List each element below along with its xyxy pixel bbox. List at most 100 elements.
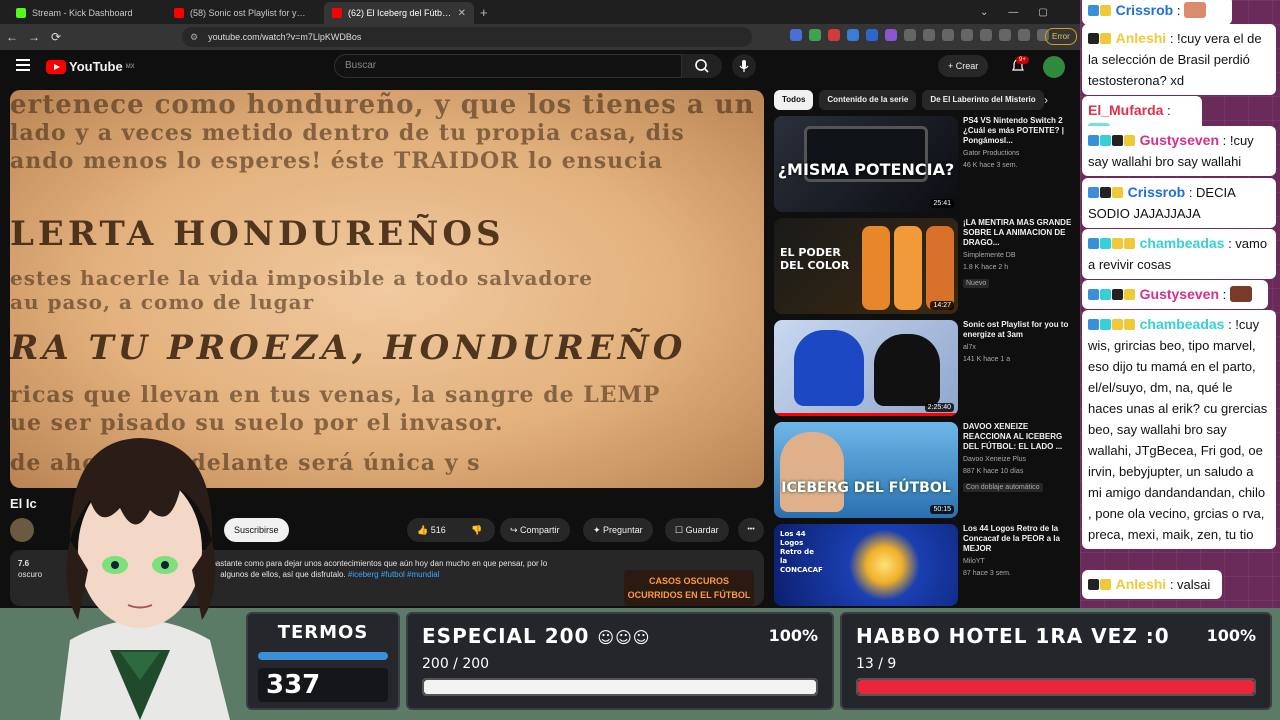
browser-tab-iceberg[interactable]: (62) El Iceberg del Fútbol - YouTube ✕ bbox=[324, 2, 474, 24]
chat-overlay: Crissrob : Anleshi : !cuy vera el de la … bbox=[1080, 0, 1280, 608]
share-button[interactable]: ↪ Compartir bbox=[500, 518, 570, 542]
extension-icon[interactable] bbox=[942, 29, 954, 41]
badge-icon bbox=[1100, 33, 1111, 44]
channel-name: Gator Productions bbox=[963, 150, 1020, 157]
chip-todos[interactable]: Todos bbox=[774, 90, 814, 110]
badge-icon bbox=[1124, 289, 1135, 300]
extension-icon[interactable] bbox=[904, 29, 916, 41]
recommendation-item[interactable]: ¿MISMA POTENCIA? 25:41 PS4 VS Nintendo S… bbox=[774, 116, 1074, 212]
extension-icon[interactable] bbox=[847, 29, 859, 41]
goal-title: HABBO HOTEL 1RA VEZ :0 bbox=[856, 624, 1170, 648]
video-thumbnail[interactable]: Los 44 Logos Retro de la CONCACAF bbox=[774, 524, 958, 606]
ask-button[interactable]: ✦ Preguntar bbox=[583, 518, 653, 542]
thumbnail-text: Los 44 Logos Retro de la CONCACAF bbox=[780, 530, 823, 574]
search-button[interactable] bbox=[682, 54, 722, 78]
extension-icons bbox=[790, 29, 1049, 41]
extension-icon[interactable] bbox=[923, 29, 935, 41]
goal-count: 13 / 9 bbox=[856, 656, 897, 672]
avatar[interactable] bbox=[1043, 56, 1065, 78]
extension-icon[interactable] bbox=[961, 29, 973, 41]
channel-name: MiloYT bbox=[963, 558, 985, 565]
recommendation-item[interactable]: Los 44 Logos Retro de la CONCACAF Los 44… bbox=[774, 524, 1074, 606]
goal-progress-bar bbox=[422, 678, 818, 696]
badge-icon bbox=[1088, 187, 1099, 198]
chat-username: El_Mufarda bbox=[1088, 102, 1164, 118]
related-thumbnail[interactable]: CASOS OSCUROS OCURRIDOS EN EL FÚTBOL bbox=[624, 570, 754, 606]
chat-username: Crissrob bbox=[1115, 2, 1174, 18]
recommendation-item[interactable]: ICEBERG DEL FÚTBOL 50:15 DAVOO XENEIZE R… bbox=[774, 422, 1074, 518]
search-input[interactable]: Buscar bbox=[334, 54, 682, 78]
youtube-logo[interactable]: YouTube MX bbox=[46, 59, 135, 74]
badge-icon bbox=[1088, 5, 1099, 16]
save-button[interactable]: ☐ Guardar bbox=[665, 518, 729, 542]
video-text-line: ricas que llevan en tus venas, la sangre… bbox=[10, 382, 661, 408]
chip-series[interactable]: Contenido de la serie bbox=[819, 90, 917, 110]
recommendation-item[interactable]: 2:25:40 Sonic ost Playlist for you to en… bbox=[774, 320, 1074, 416]
termos-value: 337 bbox=[258, 668, 388, 702]
badge-icon bbox=[1112, 289, 1123, 300]
extension-icon[interactable] bbox=[790, 29, 802, 41]
browser-tab-sonic[interactable]: (58) Sonic ost Playlist for you to energ… bbox=[166, 2, 316, 24]
video-stats: 141 K hace 1 a bbox=[963, 356, 1011, 363]
video-thumbnail[interactable]: EL PODER DEL COLOR 14:27 bbox=[774, 218, 958, 314]
badge-icon bbox=[1088, 289, 1099, 300]
video-thumbnail[interactable]: ¿MISMA POTENCIA? 25:41 bbox=[774, 116, 958, 212]
goal-progress-fill bbox=[424, 680, 816, 694]
browser-tab-kick[interactable]: Stream - Kick Dashboard bbox=[8, 2, 158, 24]
notification-count-badge: 9+ bbox=[1016, 56, 1029, 64]
thumbs-down-icon[interactable]: 👎 bbox=[471, 518, 482, 542]
video-thumbnail[interactable]: 2:25:40 bbox=[774, 320, 958, 416]
termos-title: TERMOS bbox=[277, 622, 369, 643]
video-text-line: ertenece como hondureño, y que los tiene… bbox=[10, 90, 764, 120]
extension-icon[interactable] bbox=[1018, 29, 1030, 41]
mic-button[interactable] bbox=[732, 54, 756, 78]
termos-counter: TERMOS 337 bbox=[246, 612, 400, 710]
extension-icon[interactable] bbox=[980, 29, 992, 41]
ask-label: Preguntar bbox=[603, 525, 643, 535]
chat-message: chambeadas : !cuy wis, grircias beo, tip… bbox=[1082, 310, 1276, 549]
new-tab-icon[interactable]: + bbox=[480, 2, 488, 24]
search-icon bbox=[695, 59, 709, 73]
thumbs-up-icon: 👍 bbox=[417, 525, 431, 535]
description-tags[interactable]: #iceberg #futbol #mundial bbox=[348, 570, 440, 579]
create-button[interactable]: + Crear bbox=[938, 55, 989, 77]
video-stats: 46 K hace 3 sem. bbox=[963, 162, 1018, 169]
extension-icon[interactable] bbox=[828, 29, 840, 41]
recommendation-item[interactable]: EL PODER DEL COLOR 14:27 ¡LA MENTIRA MAS… bbox=[774, 218, 1074, 314]
extension-icon[interactable] bbox=[885, 29, 897, 41]
browser-tab-bar: Stream - Kick Dashboard (58) Sonic ost P… bbox=[0, 0, 1080, 24]
menu-icon[interactable] bbox=[16, 59, 30, 74]
extension-icon[interactable] bbox=[866, 29, 878, 41]
url-field[interactable]: ⚙ youtube.com/watch?v=m7LlpKWDBos bbox=[182, 27, 752, 47]
forward-icon[interactable]: → bbox=[24, 30, 44, 44]
video-text-line: ando menos lo esperes! éste TRAIDOR lo e… bbox=[10, 148, 664, 174]
thumbnail-text: EL PODER DEL COLOR bbox=[780, 246, 850, 272]
error-badge[interactable]: Error bbox=[1045, 28, 1077, 45]
minimize-icon[interactable]: — bbox=[1008, 7, 1018, 18]
site-info-icon[interactable]: ⚙ bbox=[190, 32, 198, 43]
duration-badge: 25:41 bbox=[930, 199, 954, 208]
more-actions-button[interactable]: ••• bbox=[738, 518, 764, 542]
goal-percent: 100% bbox=[768, 626, 818, 645]
extension-icon[interactable] bbox=[999, 29, 1011, 41]
badge-icon bbox=[1124, 319, 1135, 330]
chip-channel[interactable]: De El Laberinto del Misterio bbox=[922, 90, 1044, 110]
mic-icon bbox=[739, 60, 749, 72]
like-button[interactable]: 👍 516 👎 bbox=[407, 518, 495, 542]
video-thumbnail[interactable]: ICEBERG DEL FÚTBOL 50:15 bbox=[774, 422, 958, 518]
chevron-right-icon[interactable]: › bbox=[1044, 93, 1048, 107]
chat-username: Crissrob bbox=[1127, 184, 1186, 200]
extension-icon[interactable] bbox=[809, 29, 821, 41]
back-icon[interactable]: ← bbox=[2, 30, 22, 44]
close-tab-icon[interactable]: ✕ bbox=[458, 8, 466, 19]
duration-badge: 14:27 bbox=[930, 301, 954, 310]
badge-icon bbox=[1100, 319, 1111, 330]
badge-icon bbox=[1100, 5, 1111, 16]
badge-icon bbox=[1088, 319, 1099, 330]
video-text-line: estes hacerle la vida imposible a todo s… bbox=[10, 266, 594, 290]
chat-message: Anleshi : !cuy vera el de la selección d… bbox=[1082, 24, 1276, 95]
badge-icon bbox=[1100, 579, 1111, 590]
chevron-down-icon[interactable]: ⌄ bbox=[980, 7, 988, 18]
reload-icon[interactable]: ⟳ bbox=[46, 30, 66, 44]
maximize-icon[interactable]: ▢ bbox=[1038, 7, 1047, 18]
